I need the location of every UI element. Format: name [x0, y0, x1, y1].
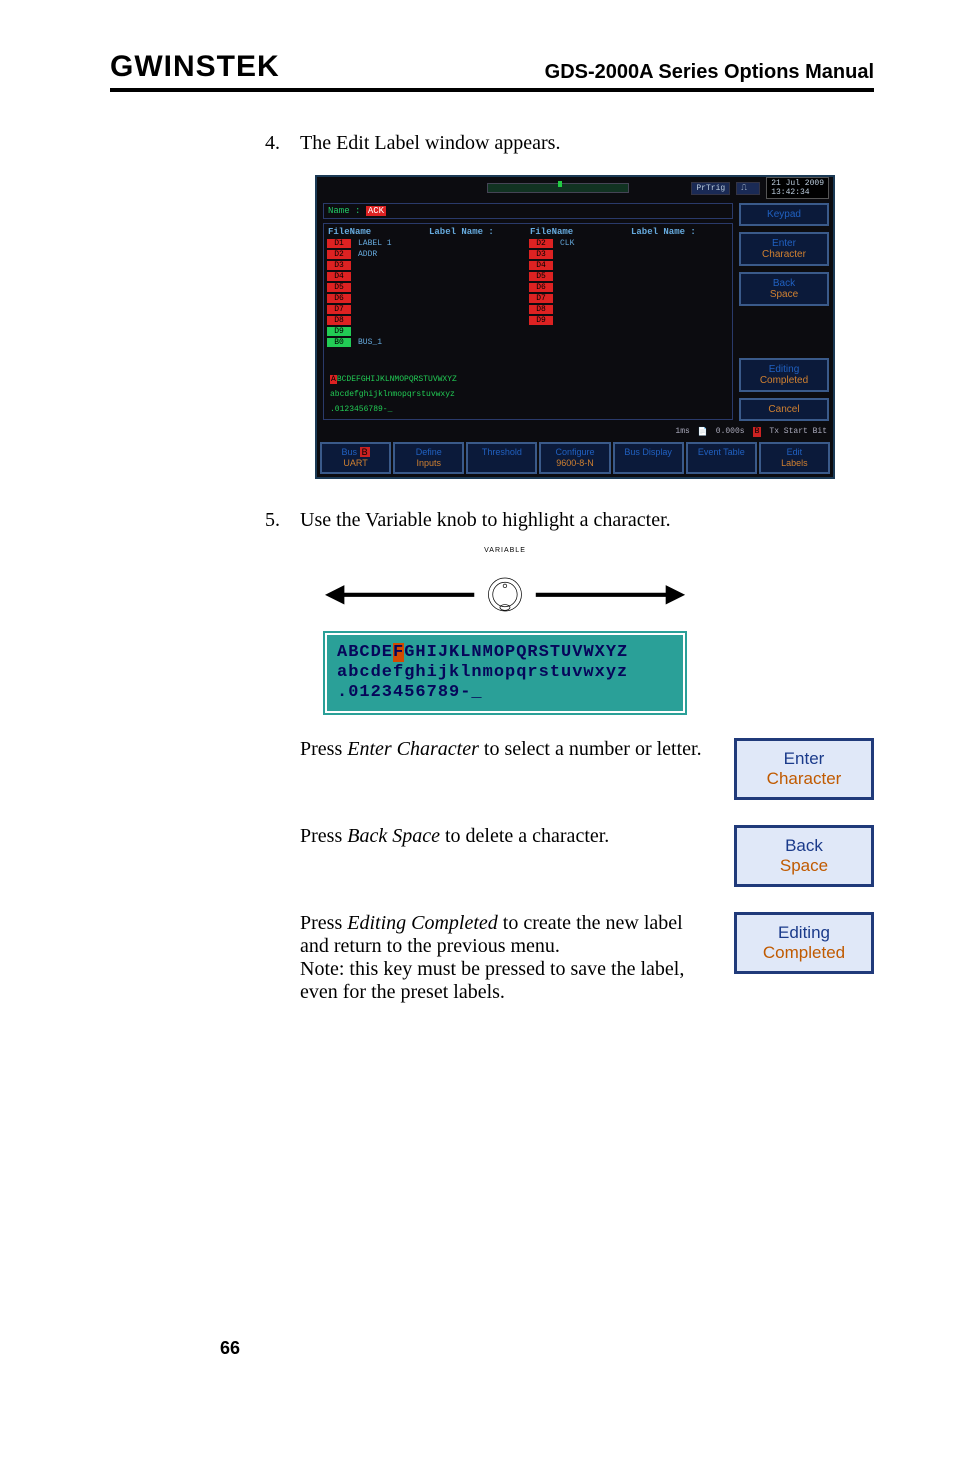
list-item: D6 — [326, 293, 528, 304]
list-item: D1LABEL 1 — [326, 238, 528, 249]
step-5: 5. Use the Variable knob to highlight a … — [300, 509, 874, 1004]
knob-icon — [487, 552, 523, 637]
bottom-softkey[interactable]: DefineInputs — [393, 442, 464, 474]
list-item: D3 — [528, 249, 730, 260]
enter-character-button[interactable]: EnterCharacter — [734, 738, 874, 800]
arrow-left-icon — [325, 581, 477, 609]
bottom-softkey[interactable]: Bus Display — [613, 442, 684, 474]
bottom-softkey[interactable]: Bus BUART — [320, 442, 391, 474]
list-item: D9 — [528, 315, 730, 326]
list-item: D4 — [528, 260, 730, 271]
bottom-softkey[interactable]: Configure9600-8-N — [539, 442, 610, 474]
side-softkey[interactable]: EditingCompleted — [739, 358, 829, 392]
bottom-softkey[interactable]: EditLabels — [759, 442, 830, 474]
char-lower: abcdefghijklnmopqrstuvwxyz — [326, 387, 730, 402]
variable-knob-figure: VARIABLE ABCDEFGHIJKLNMOPQRSTUVWXYZ abcd… — [325, 547, 685, 713]
timebase-bar — [487, 183, 629, 193]
list-item: D8 — [326, 315, 528, 326]
list-item: B0BUS_1 — [326, 337, 528, 348]
list-item: D8 — [528, 304, 730, 315]
col-labelname-r: Label Name : — [629, 226, 730, 238]
list-item: D7 — [528, 293, 730, 304]
brand-logo: GWINSTEK — [110, 50, 280, 84]
col-labelname-l: Label Name : — [427, 226, 528, 238]
bottom-softkey[interactable]: Event Table — [686, 442, 757, 474]
col-filename-r: FileName — [528, 226, 629, 238]
side-softkey[interactable]: Keypad — [739, 203, 829, 226]
step-4-num: 4. — [265, 132, 280, 155]
list-item: D3 — [326, 260, 528, 271]
list-item: D6 — [528, 282, 730, 293]
trigger-mode: PrTrig — [691, 182, 730, 195]
edge-icon: ⎍ — [736, 182, 760, 195]
name-field: Name : ACK — [323, 203, 733, 219]
list-item: D2ADDR — [326, 249, 528, 260]
step-4-text: The Edit Label window appears. — [300, 132, 560, 154]
action-enter: Press Enter Character to select a number… — [300, 738, 874, 800]
list-item: D9 — [326, 326, 528, 337]
action-done: Press Editing Completed to create the ne… — [300, 912, 874, 1004]
char-nums: .0123456789-_ — [326, 402, 730, 417]
bottom-softkey[interactable]: Threshold — [466, 442, 537, 474]
step-5-num: 5. — [265, 509, 280, 532]
arrow-right-icon — [533, 581, 685, 609]
status-bar: 1ms 📄 0.000s B Tx Start Bit — [317, 425, 833, 439]
edit-label-screenshot: PrTrig ⎍ 21 Jul 200913:42:34 Name : ACK … — [315, 175, 835, 479]
step-5-text: Use the Variable knob to highlight a cha… — [300, 509, 671, 531]
step-4: 4. The Edit Label window appears. PrTrig… — [300, 132, 874, 479]
char-upper: ABCDEFGHIJKLNMOPQRSTUVWXYZ — [326, 372, 730, 387]
side-softkey[interactable]: Cancel — [739, 398, 829, 421]
side-softkey[interactable]: EnterCharacter — [739, 232, 829, 266]
doc-title: GDS-2000A Series Options Manual — [545, 61, 874, 84]
list-item: D2CLK — [528, 238, 730, 249]
datetime: 21 Jul 200913:42:34 — [766, 177, 829, 199]
side-softkey[interactable]: BackSpace — [739, 272, 829, 306]
list-item: D5 — [326, 282, 528, 293]
col-filename-l: FileName — [326, 226, 427, 238]
editing-completed-button[interactable]: EditingCompleted — [734, 912, 874, 974]
action-back: Press Back Space to delete a character. … — [300, 825, 874, 887]
list-item: D4 — [326, 271, 528, 282]
list-item: D5 — [528, 271, 730, 282]
list-item: D7 — [326, 304, 528, 315]
char-panel: ABCDEFGHIJKLNMOPQRSTUVWXYZ abcdefghijkln… — [325, 633, 685, 713]
page-header: GWINSTEK GDS-2000A Series Options Manual — [110, 50, 874, 92]
back-space-button[interactable]: BackSpace — [734, 825, 874, 887]
